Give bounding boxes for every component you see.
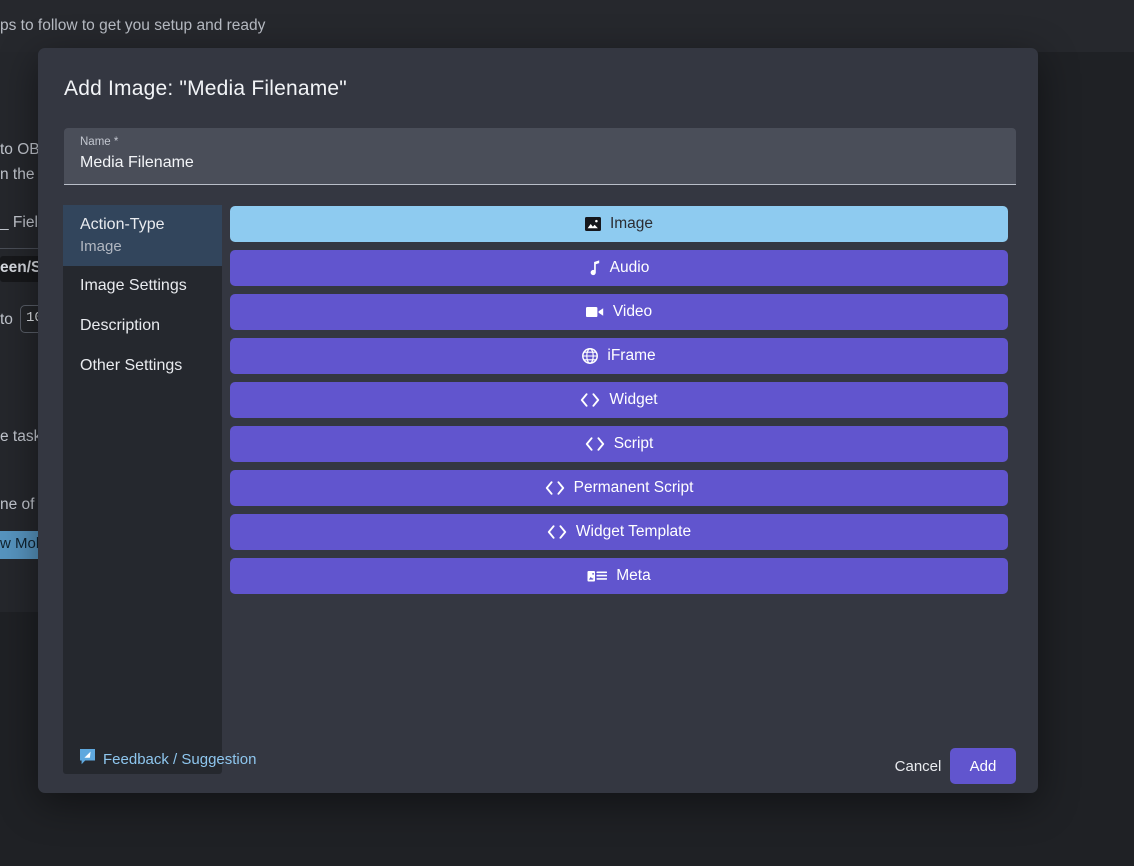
meta-list-icon (587, 570, 608, 583)
sidebar-item-label: Description (80, 317, 161, 334)
video-camera-icon (585, 305, 604, 319)
image-icon (584, 216, 601, 232)
background-fragment-6: ne of t (0, 496, 44, 513)
add-button[interactable]: Add (950, 748, 1016, 784)
action-type-video[interactable]: Video (230, 294, 1008, 330)
action-type-iframe[interactable]: iFrame (230, 338, 1008, 374)
sidebar-item-sublabel: Image (80, 238, 122, 255)
action-type-label: Permanent Script (573, 479, 694, 496)
sidebar-item-image-settings[interactable]: Image Settings (63, 266, 222, 306)
action-type-audio[interactable]: Audio (230, 250, 1008, 286)
dialog-sidebar: Action-Type Image Image Settings Descrip… (63, 205, 222, 774)
action-type-script[interactable]: Script (230, 426, 1008, 462)
action-type-list: Image Audio Video iFrame Widget Script P… (230, 206, 1008, 602)
action-type-label: Widget Template (575, 523, 692, 540)
feedback-suggestion-link[interactable]: Feedback / Suggestion (79, 748, 256, 770)
action-type-label: Video (612, 303, 653, 320)
feedback-pencil-icon (79, 748, 96, 770)
music-note-icon (589, 260, 601, 276)
globe-icon (582, 348, 599, 364)
background-fragment-5: e task (0, 428, 42, 445)
dialog-title: Add Image: "Media Filename" (64, 77, 347, 100)
sidebar-item-label: Image Settings (80, 277, 187, 294)
code-brackets-icon (547, 525, 567, 539)
action-type-image[interactable]: Image (230, 206, 1008, 242)
sidebar-item-description[interactable]: Description (63, 306, 222, 346)
name-input[interactable]: Media Filename (80, 154, 194, 172)
sidebar-item-label: Action-Type (80, 216, 165, 233)
action-type-label: Script (613, 435, 654, 452)
screen: ps to follow to get you setup and ready … (0, 0, 1134, 866)
action-type-widget-template[interactable]: Widget Template (230, 514, 1008, 550)
sidebar-item-label: Other Settings (80, 357, 183, 374)
code-brackets-icon (545, 481, 565, 495)
action-type-label: Audio (609, 259, 650, 276)
feedback-label: Feedback / Suggestion (103, 750, 257, 768)
action-type-label: Widget (609, 391, 658, 408)
background-fragment-2: n the (0, 166, 35, 183)
background-highlight-bar: w Mob (0, 531, 44, 559)
action-type-widget[interactable]: Widget (230, 382, 1008, 418)
code-brackets-icon (585, 437, 605, 451)
action-type-label: iFrame (607, 347, 656, 364)
name-field-label: Name * (80, 136, 119, 148)
sidebar-item-other-settings[interactable]: Other Settings (63, 346, 222, 386)
action-type-permanent-script[interactable]: Permanent Script (230, 470, 1008, 506)
add-image-dialog: Add Image: "Media Filename" Name * Media… (38, 48, 1038, 793)
action-type-label: Image (609, 215, 654, 232)
action-type-label: Meta (616, 567, 651, 584)
background-fragment-4: to (0, 311, 13, 328)
cancel-button[interactable]: Cancel (878, 748, 958, 784)
action-type-meta[interactable]: Meta (230, 558, 1008, 594)
background-code-chip-label: een/S (0, 259, 42, 276)
sidebar-item-action-type[interactable]: Action-Type Image (63, 205, 222, 266)
background-intro-text: ps to follow to get you setup and ready (0, 17, 266, 34)
code-brackets-icon (580, 393, 600, 407)
name-field[interactable]: Name * Media Filename (64, 128, 1016, 185)
